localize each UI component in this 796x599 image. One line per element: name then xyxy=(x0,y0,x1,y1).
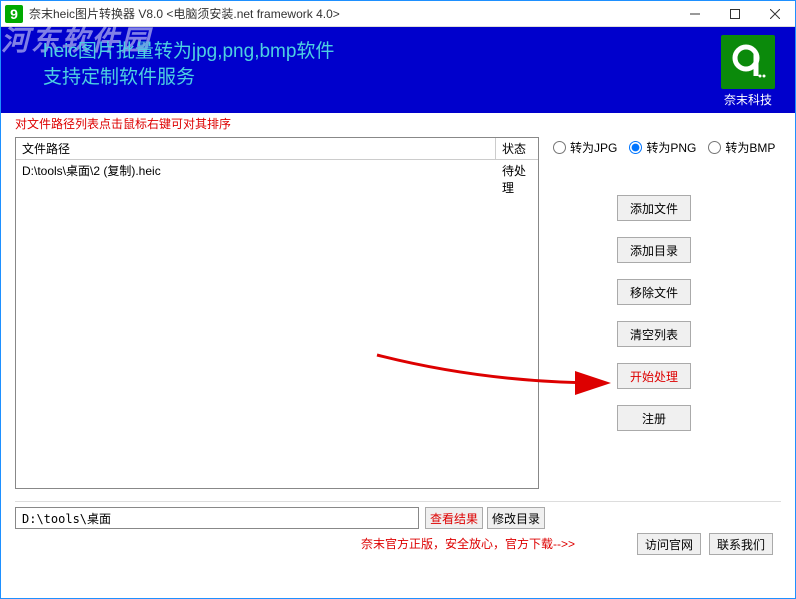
divider xyxy=(15,501,781,502)
radio-png-label: 转为PNG xyxy=(646,139,696,156)
window-title: 奈末heic图片转换器 V8.0 <电脑须安装.net framework 4.… xyxy=(29,5,675,22)
banner-text: heic图片批量转为jpg,png,bmp软件 支持定制软件服务 xyxy=(43,39,334,91)
radio-png[interactable]: 转为PNG xyxy=(629,139,696,156)
add-dir-button[interactable]: 添加目录 xyxy=(617,237,691,263)
footer-text: 奈末官方正版，安全放心，官方下载-->> xyxy=(361,535,575,552)
hint-text: 对文件路径列表点击鼠标右键可对其排序 xyxy=(1,113,795,133)
brand-logo: 奈末科技 xyxy=(721,35,775,108)
file-list[interactable]: 文件路径 状态 D:\tools\桌面\2 (复制).heic 待处理 xyxy=(15,137,539,489)
brand-name: 奈末科技 xyxy=(721,91,775,108)
list-header: 文件路径 状态 xyxy=(16,138,538,160)
modify-dir-button[interactable]: 修改目录 xyxy=(487,507,545,529)
banner-line1: heic图片批量转为jpg,png,bmp软件 xyxy=(43,39,334,65)
radio-bmp-label: 转为BMP xyxy=(725,139,775,156)
close-button[interactable] xyxy=(755,1,795,27)
format-radios: 转为JPG 转为PNG 转为BMP xyxy=(553,139,775,156)
visit-site-button[interactable]: 访问官网 xyxy=(637,533,701,555)
nine-logo-icon xyxy=(721,35,775,89)
output-path-input[interactable] xyxy=(15,507,419,529)
titlebar: 9 奈末heic图片转换器 V8.0 <电脑须安装.net framework … xyxy=(1,1,795,27)
banner-line2: 支持定制软件服务 xyxy=(43,65,334,91)
remove-file-button[interactable]: 移除文件 xyxy=(617,279,691,305)
register-button[interactable]: 注册 xyxy=(617,405,691,431)
minimize-button[interactable] xyxy=(675,1,715,27)
row-status: 待处理 xyxy=(496,160,538,198)
maximize-button[interactable] xyxy=(715,1,755,27)
radio-jpg-label: 转为JPG xyxy=(570,139,617,156)
col-status-header: 状态 xyxy=(496,138,538,159)
radio-jpg[interactable]: 转为JPG xyxy=(553,139,617,156)
radio-bmp[interactable]: 转为BMP xyxy=(708,139,775,156)
col-path-header: 文件路径 xyxy=(16,138,496,159)
add-file-button[interactable]: 添加文件 xyxy=(617,195,691,221)
view-result-button[interactable]: 查看结果 xyxy=(425,507,483,529)
clear-list-button[interactable]: 清空列表 xyxy=(617,321,691,347)
banner: 河东软件园 heic图片批量转为jpg,png,bmp软件 支持定制软件服务 奈… xyxy=(1,27,795,113)
row-path: D:\tools\桌面\2 (复制).heic xyxy=(16,160,496,198)
contact-button[interactable]: 联系我们 xyxy=(709,533,773,555)
start-button[interactable]: 开始处理 xyxy=(617,363,691,389)
app-icon: 9 xyxy=(5,5,23,23)
list-row[interactable]: D:\tools\桌面\2 (复制).heic 待处理 xyxy=(16,160,538,198)
